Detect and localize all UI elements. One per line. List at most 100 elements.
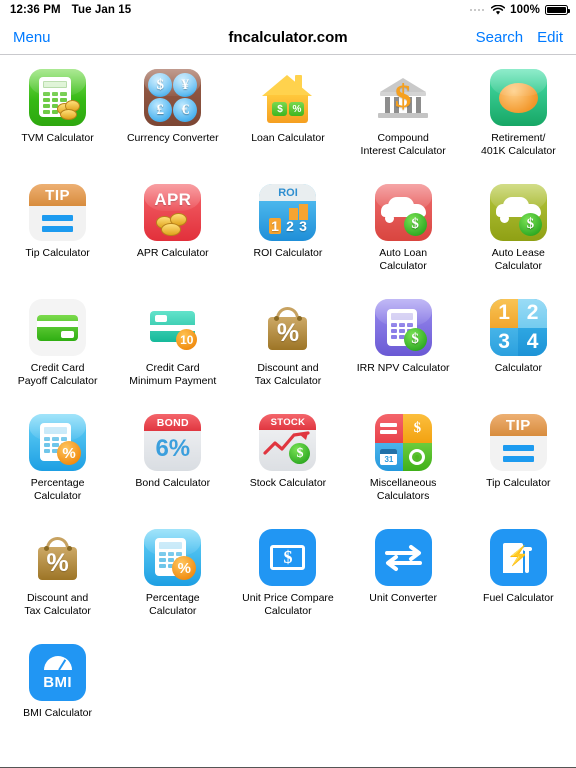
app-label: ROI Calculator xyxy=(253,247,323,259)
app-tile-discount-tax-calculator-2[interactable]: % Discount and Tax Calculator xyxy=(0,523,115,638)
roi-calculator-icon: ROI 1 2 3 xyxy=(259,184,317,241)
irr-npv-calculator-icon: $ xyxy=(374,299,432,356)
stock-calculator-icon: STOCK $ xyxy=(259,414,317,471)
search-button[interactable]: Search xyxy=(476,29,524,46)
dollar-badge: $ xyxy=(272,102,288,116)
battery-icon xyxy=(545,4,570,16)
wifi-icon xyxy=(491,4,506,16)
app-label: Compound Interest Calculator xyxy=(360,132,446,157)
percent-badge: % xyxy=(172,556,197,580)
app-label: Retirement/ 401K Calculator xyxy=(480,132,556,157)
apr-text: APR xyxy=(154,190,192,209)
app-tile-percentage-calculator-2[interactable]: % Percentage Calculator xyxy=(115,523,230,638)
app-tile-compound-interest-calculator[interactable]: $ Compound Interest Calculator xyxy=(346,63,461,178)
app-label: Discount and Tax Calculator xyxy=(24,592,91,617)
app-label: Fuel Calculator xyxy=(483,592,554,604)
dollar-symbol: $ xyxy=(413,419,422,436)
app-tile-percentage-calculator[interactable]: % Percentage Calculator xyxy=(0,408,115,523)
app-tile-unit-converter[interactable]: Unit Converter xyxy=(346,523,461,638)
app-tile-credit-card-payoff-calculator[interactable]: Credit Card Payoff Calculator xyxy=(0,293,115,408)
equals-icon xyxy=(374,414,404,443)
percent-badge: % xyxy=(57,441,82,465)
bond-rate-value: 6% xyxy=(155,435,191,462)
app-tile-tvm-calculator[interactable]: TVM Calculator xyxy=(0,63,115,178)
app-label: Tip Calculator xyxy=(25,247,90,259)
app-tile-roi-calculator[interactable]: ROI 1 2 3 ROI Calculator xyxy=(230,178,345,293)
app-label: Percentage Calculator xyxy=(145,592,200,617)
app-tile-miscellaneous-calculators[interactable]: $ 31 Miscellaneous Calculators xyxy=(346,408,461,523)
retirement-401k-calculator-icon xyxy=(489,69,547,126)
dollar-badge: $ xyxy=(289,443,311,464)
percent-symbol: % xyxy=(46,549,69,577)
app-tile-bmi-calculator[interactable]: BMI BMI Calculator xyxy=(0,638,115,753)
bmi-calculator-icon: BMI xyxy=(29,644,87,701)
digit-1: 1 xyxy=(489,299,519,328)
signal-dots-icon xyxy=(469,8,485,12)
app-label: TVM Calculator xyxy=(21,132,94,144)
app-label: Unit Price Compare Calculator xyxy=(242,592,334,617)
percentage-calculator-icon: % xyxy=(144,529,202,586)
edit-button[interactable]: Edit xyxy=(537,29,563,46)
dollar-badge: $ xyxy=(403,328,427,351)
app-tile-auto-lease-calculator[interactable]: $ Auto Lease Calculator xyxy=(461,178,576,293)
percent-badge: % xyxy=(289,102,305,116)
app-tile-unit-price-compare-calculator[interactable]: $ Unit Price Compare Calculator xyxy=(230,523,345,638)
status-time: 12:36 PM xyxy=(10,4,61,16)
app-label: BMI Calculator xyxy=(23,707,93,719)
unit-converter-icon xyxy=(374,529,432,586)
app-label: Credit Card Payoff Calculator xyxy=(17,362,98,387)
app-label: Bond Calculator xyxy=(135,477,211,489)
roi-digit-1: 1 xyxy=(269,218,281,234)
loan-calculator-icon: $ % xyxy=(259,69,317,126)
status-bar: 12:36 PM Tue Jan 15 100% xyxy=(0,0,576,20)
app-tile-auto-loan-calculator[interactable]: $ Auto Loan Calculator xyxy=(346,178,461,293)
app-tile-calculator[interactable]: 1 2 3 4 Calculator xyxy=(461,293,576,408)
app-label: Currency Converter xyxy=(126,132,219,144)
app-label: Tip Calculator xyxy=(486,477,551,489)
app-tile-credit-card-minimum-payment[interactable]: 10 Credit Card Minimum Payment xyxy=(115,293,230,408)
compound-interest-calculator-icon: $ xyxy=(374,69,432,126)
credit-card-minimum-payment-icon: 10 xyxy=(144,299,202,356)
app-tile-tip-calculator-2[interactable]: TIP Tip Calculator xyxy=(461,408,576,523)
currency-exchange-icon: $ xyxy=(403,414,432,443)
app-tile-retirement-401k-calculator[interactable]: Retirement/ 401K Calculator xyxy=(461,63,576,178)
app-tile-bond-calculator[interactable]: BOND 6% Bond Calculator xyxy=(115,408,230,523)
digit-4: 4 xyxy=(518,327,547,356)
app-tile-irr-npv-calculator[interactable]: $ IRR NPV Calculator xyxy=(346,293,461,408)
app-tile-stock-calculator[interactable]: STOCK $ Stock Calculator xyxy=(230,408,345,523)
app-tile-fuel-calculator[interactable]: ⚡ Fuel Calculator xyxy=(461,523,576,638)
menu-button[interactable]: Menu xyxy=(13,29,51,46)
roi-header-text: ROI xyxy=(259,184,317,201)
nav-bar: Menu fncalculator.com Search Edit xyxy=(0,20,576,55)
count-badge: 10 xyxy=(176,329,198,350)
gear-icon xyxy=(403,442,432,471)
currency-converter-icon: $ ¥ £ € xyxy=(144,69,202,126)
app-label: Percentage Calculator xyxy=(30,477,85,502)
dollar-badge: $ xyxy=(403,213,427,236)
digit-3: 3 xyxy=(489,327,519,356)
two-way-arrows-icon xyxy=(384,545,422,571)
app-tile-apr-calculator[interactable]: APR APR Calculator xyxy=(115,178,230,293)
app-grid: TVM Calculator $ ¥ £ € Currency Converte… xyxy=(0,55,576,766)
app-tile-currency-converter[interactable]: $ ¥ £ € Currency Converter xyxy=(115,63,230,178)
roi-digit-2: 2 xyxy=(286,218,294,234)
app-label: Unit Converter xyxy=(369,592,437,604)
percent-symbol: % xyxy=(276,319,300,347)
bond-header-text: BOND xyxy=(144,414,202,431)
tip-calculator-icon: TIP xyxy=(29,184,87,241)
euro-symbol: € xyxy=(173,98,198,122)
app-tile-tip-calculator[interactable]: TIP Tip Calculator xyxy=(0,178,115,293)
app-tile-discount-tax-calculator[interactable]: % Discount and Tax Calculator xyxy=(230,293,345,408)
tip-header-text: TIP xyxy=(489,414,547,436)
dollar-symbol: $ xyxy=(148,73,173,97)
app-label: APR Calculator xyxy=(136,247,209,259)
tip-calculator-icon: TIP xyxy=(489,414,547,471)
discount-tax-calculator-icon: % xyxy=(29,529,87,586)
app-label: Stock Calculator xyxy=(249,477,327,489)
dollar-symbol: $ xyxy=(283,547,293,567)
yen-symbol: ¥ xyxy=(173,73,198,97)
discount-tax-calculator-icon: % xyxy=(259,299,317,356)
app-tile-loan-calculator[interactable]: $ % Loan Calculator xyxy=(230,63,345,178)
app-label: Discount and Tax Calculator xyxy=(254,362,322,387)
tip-header-text: TIP xyxy=(29,184,87,206)
